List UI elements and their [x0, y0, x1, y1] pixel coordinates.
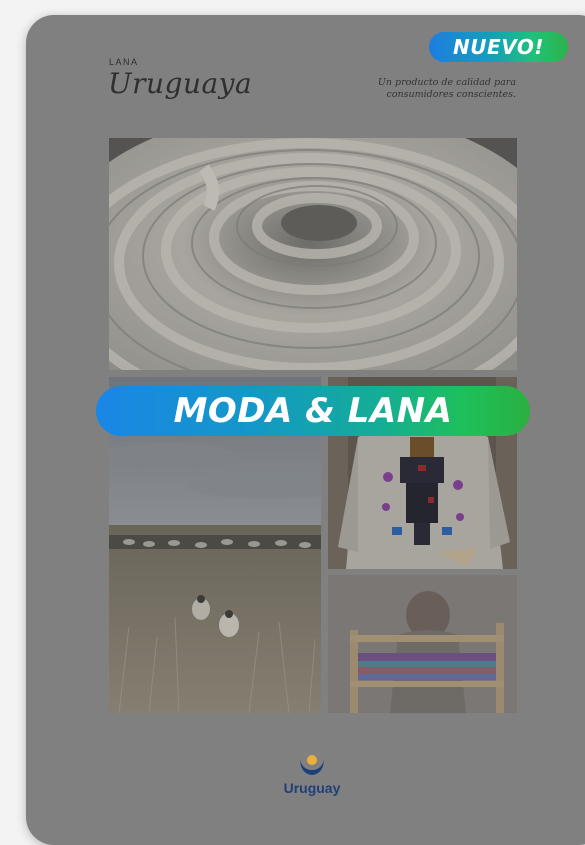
- brand-prefix: LANA: [109, 57, 139, 67]
- moda-lana-banner: MODA & LANA: [96, 386, 530, 436]
- new-badge: NUEVO!: [429, 32, 568, 62]
- uruguay-logo: Uruguay: [272, 752, 352, 812]
- uruguay-sun-icon: [300, 755, 324, 775]
- tagline: Un producto de calidad para consumidores…: [340, 77, 516, 101]
- brand-title: Uruguaya: [108, 67, 253, 100]
- loom-photo: [328, 575, 517, 713]
- tagline-line-1: Un producto de calidad para: [377, 77, 516, 88]
- yarn-photo: [109, 138, 517, 370]
- tagline-line-2: consumidores conscientes.: [386, 89, 516, 100]
- uruguay-logo-text: Uruguay: [283, 780, 341, 796]
